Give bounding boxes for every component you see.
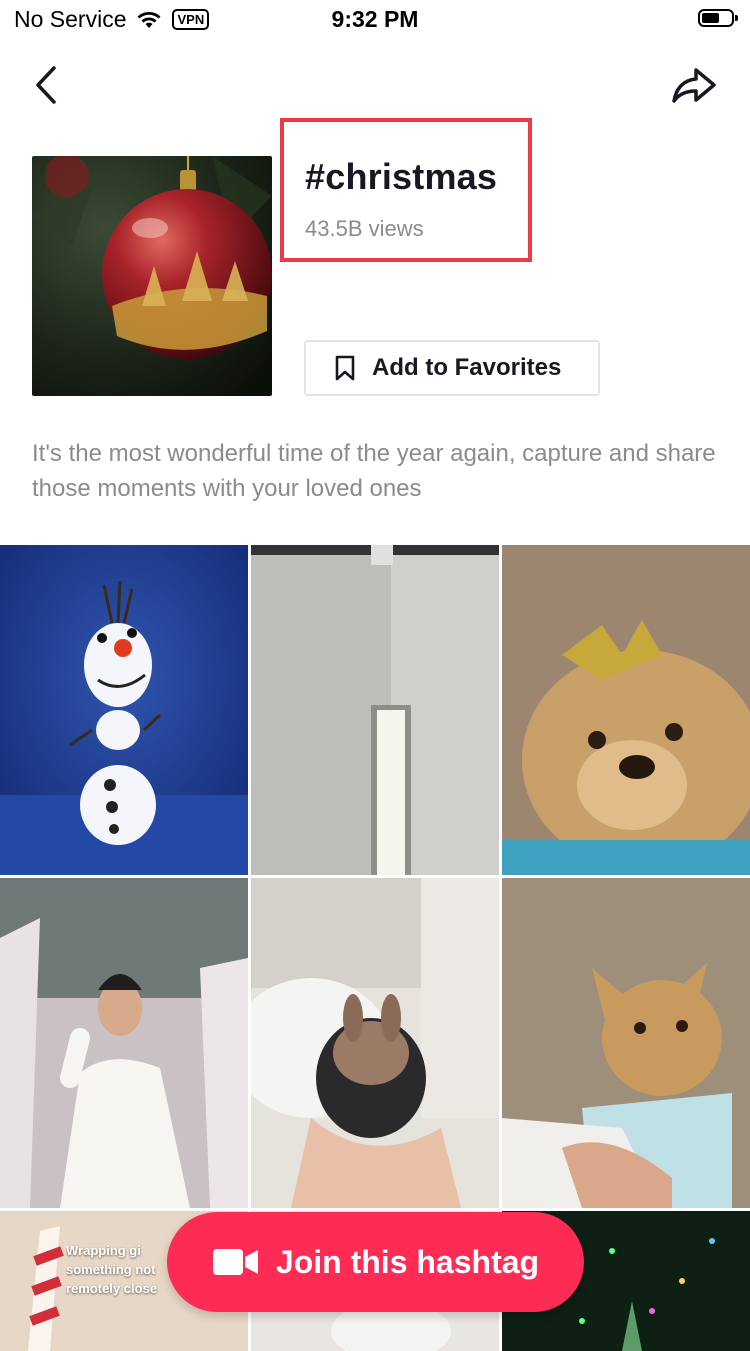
video-thumbnail[interactable] (502, 878, 750, 1208)
video-thumbnail[interactable] (0, 545, 248, 875)
video-caption-overlay: Wrapping gi something not remotely close (66, 1241, 176, 1298)
join-hashtag-button[interactable]: Join this hashtag (167, 1212, 584, 1312)
share-button[interactable] (668, 60, 720, 110)
battery-icon (698, 9, 738, 27)
status-bar: No Service VPN 9:32 PM (0, 0, 750, 40)
bookmark-icon (335, 355, 355, 381)
hashtag-title: #christmas (305, 156, 498, 197)
back-button[interactable] (30, 60, 70, 110)
chevron-left-icon (36, 66, 56, 104)
hashtag-cover-image (32, 156, 272, 396)
video-thumbnail[interactable] (251, 545, 499, 875)
video-thumbnail[interactable] (251, 878, 499, 1208)
caption-line: remotely close (66, 1281, 158, 1296)
caption-line: Wrapping gi (66, 1243, 141, 1258)
add-to-favorites-button[interactable]: Add to Favorites (304, 340, 600, 396)
video-thumbnail[interactable] (0, 878, 248, 1208)
caption-line: something not (66, 1262, 156, 1277)
favorite-label: Add to Favorites (372, 354, 562, 381)
video-thumbnail[interactable] (502, 545, 750, 875)
hashtag-views: 43.5B views (305, 216, 424, 241)
status-time: 9:32 PM (331, 6, 419, 32)
video-camera-icon (212, 1249, 258, 1275)
join-hashtag-label: Join this hashtag (275, 1243, 540, 1280)
hashtag-description: It's the most wonderful time of the year… (32, 440, 716, 502)
share-arrow-icon (672, 68, 716, 103)
